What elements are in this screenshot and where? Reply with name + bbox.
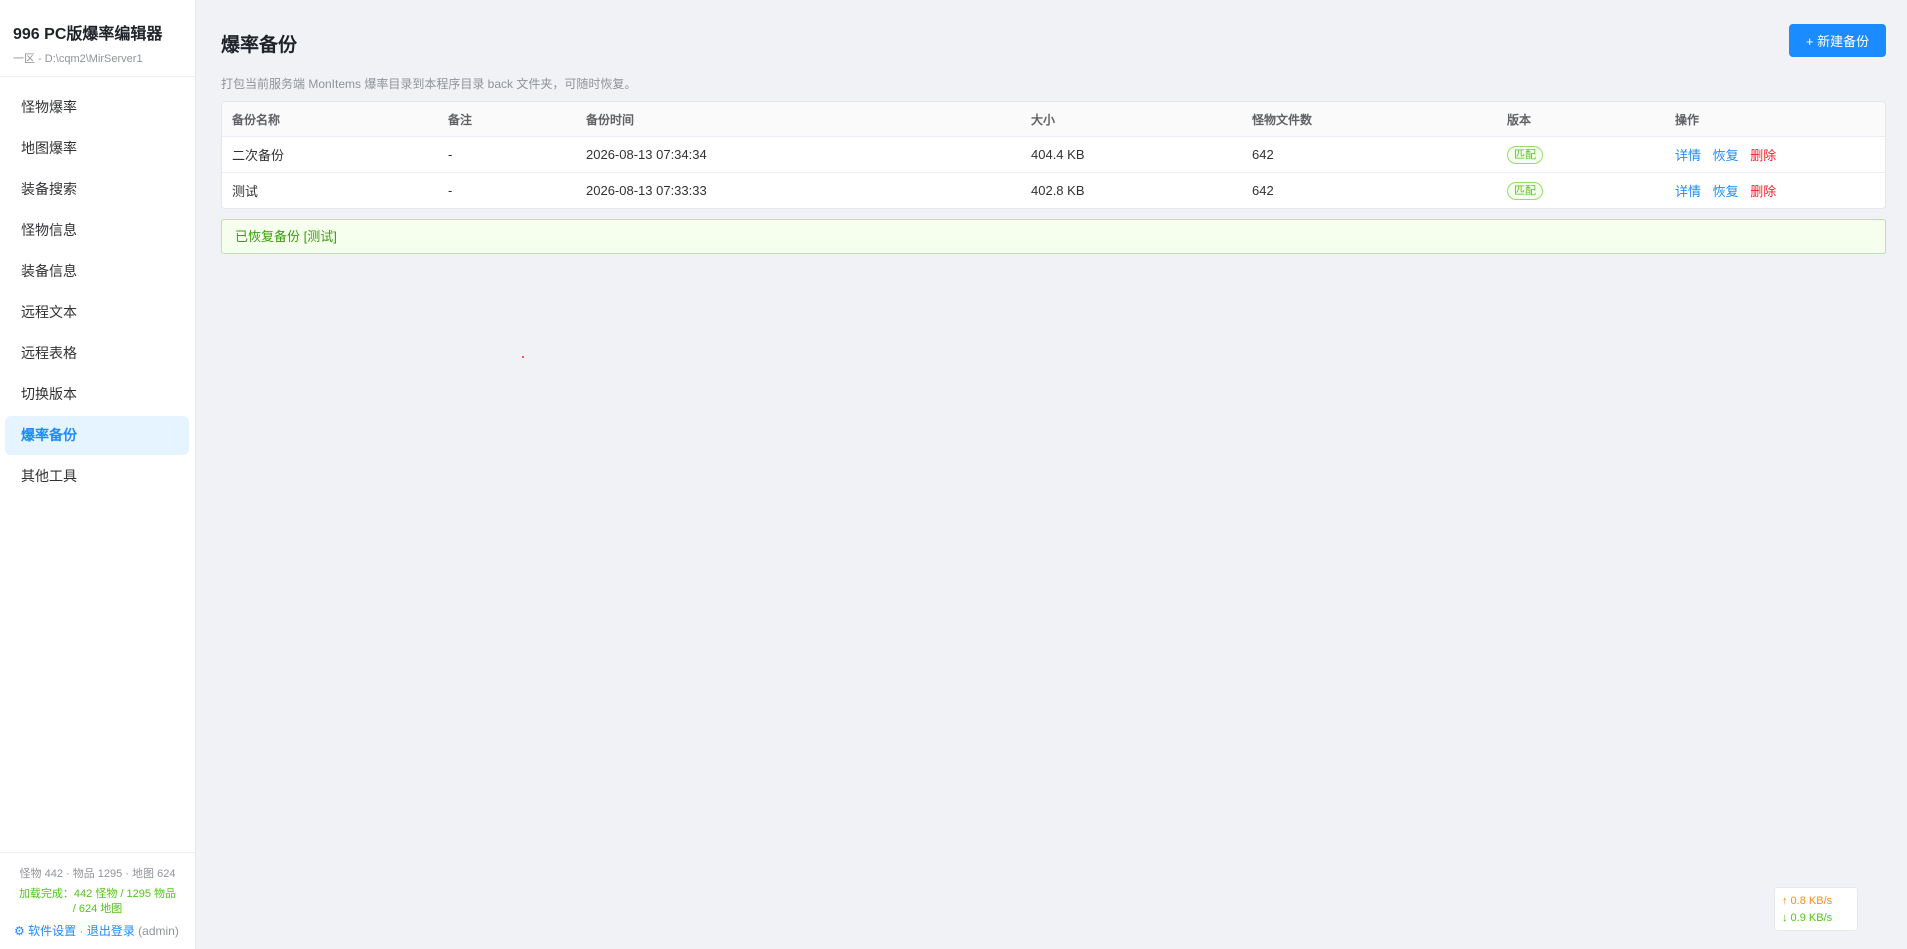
download-speed: ↓ 0.9 KB/s <box>1782 912 1833 924</box>
column-header-size: 大小 <box>1031 112 1056 127</box>
restore-success-notice: 已恢复备份 [测试] <box>221 219 1886 254</box>
server-path: 一区 - D:\cqm2\MirServer1 <box>0 50 195 77</box>
delete-link[interactable]: 删除 <box>1750 184 1776 199</box>
backup-time: 2026-08-13 07:34:34 <box>586 147 707 162</box>
table-row: 测试 - 2026-08-13 07:33:33 402.8 KB 642 匹配… <box>222 172 1885 208</box>
main-content: 爆率备份 + 新建备份 打包当前服务端 MonItems 爆率目录到本程序目录 … <box>221 0 1886 949</box>
sidebar-item-monster-droprate[interactable]: 怪物爆率 <box>5 88 189 127</box>
backup-note: - <box>448 183 453 198</box>
new-backup-button[interactable]: + 新建备份 <box>1789 24 1886 57</box>
load-status-line1: 加载完成：442 怪物 / 1295 物品 <box>18 888 177 900</box>
version-cell: 匹配 <box>1497 181 1665 200</box>
network-speed-widget: ↑ 0.8 KB/s ↓ 0.9 KB/s <box>1774 887 1858 931</box>
backup-size: 402.8 KB <box>1031 183 1085 198</box>
sidebar-footer: 怪物 442 · 物品 1295 · 地图 624 加载完成：442 怪物 / … <box>0 852 195 949</box>
sidebar-item-equipment-search[interactable]: 装备搜索 <box>5 170 189 209</box>
monster-file-count: 642 <box>1252 183 1274 198</box>
version-match-badge: 匹配 <box>1507 145 1543 164</box>
restore-link[interactable]: 恢复 <box>1713 184 1739 199</box>
sidebar-item-map-droprate[interactable]: 地图爆率 <box>5 129 189 168</box>
monster-file-count: 642 <box>1252 147 1274 162</box>
sidebar-nav: 怪物爆率 地图爆率 装备搜索 怪物信息 装备信息 远程文本 远程表格 切换版本 … <box>0 77 195 496</box>
table-header: 备份名称 备注 备份时间 大小 怪物文件数 版本 操作 <box>222 102 1885 136</box>
sidebar: 996 PC版爆率编辑器 一区 - D:\cqm2\MirServer1 怪物爆… <box>0 0 196 949</box>
load-status: 加载完成：442 怪物 / 1295 物品 / 624 地图 <box>8 887 187 917</box>
gear-icon: ⚙ <box>14 924 25 938</box>
backup-note: - <box>448 147 453 162</box>
backup-name: 测试 <box>232 184 259 199</box>
table-row: 二次备份 - 2026-08-13 07:34:34 404.4 KB 642 … <box>222 136 1885 172</box>
cursor-dot <box>522 356 524 358</box>
link-separator: · <box>79 924 84 938</box>
upload-speed: ↑ 0.8 KB/s <box>1782 895 1833 907</box>
detail-link[interactable]: 详情 <box>1675 184 1701 199</box>
logout-link[interactable]: 退出登录 <box>87 924 135 938</box>
backup-time: 2026-08-13 07:33:33 <box>586 183 707 198</box>
sidebar-item-equipment-info[interactable]: 装备信息 <box>5 252 189 291</box>
delete-link[interactable]: 删除 <box>1750 148 1776 163</box>
data-stats: 怪物 442 · 物品 1295 · 地图 624 <box>19 868 176 880</box>
restore-link[interactable]: 恢复 <box>1713 148 1739 163</box>
current-user: (admin) <box>138 924 179 938</box>
settings-link[interactable]: 软件设置 <box>28 924 76 938</box>
page-description: 打包当前服务端 MonItems 爆率目录到本程序目录 back 文件夹，可随时… <box>221 77 637 91</box>
sidebar-item-droprate-backup[interactable]: 爆率备份 <box>5 416 189 455</box>
column-header-version: 版本 <box>1507 112 1532 127</box>
column-header-actions: 操作 <box>1675 112 1700 127</box>
backup-table: 备份名称 备注 备份时间 大小 怪物文件数 版本 操作 二次备份 - 2026-… <box>221 101 1886 209</box>
actions-cell: 详情 恢复 删除 <box>1665 181 1885 200</box>
sidebar-item-remote-text[interactable]: 远程文本 <box>5 293 189 332</box>
column-header-time: 备份时间 <box>586 112 635 127</box>
app-title: 996 PC版爆率编辑器 <box>13 26 163 43</box>
column-header-name: 备份名称 <box>232 112 281 127</box>
detail-link[interactable]: 详情 <box>1675 148 1701 163</box>
backup-name: 二次备份 <box>232 148 285 163</box>
page-title: 爆率备份 <box>221 35 298 56</box>
backup-size: 404.4 KB <box>1031 147 1085 162</box>
version-match-badge: 匹配 <box>1507 181 1543 200</box>
actions-cell: 详情 恢复 删除 <box>1665 145 1885 164</box>
column-header-count: 怪物文件数 <box>1252 112 1313 127</box>
sidebar-item-remote-table[interactable]: 远程表格 <box>5 334 189 373</box>
sidebar-item-switch-version[interactable]: 切换版本 <box>5 375 189 414</box>
sidebar-item-other-tools[interactable]: 其他工具 <box>5 457 189 496</box>
version-cell: 匹配 <box>1497 145 1665 164</box>
load-status-line2: / 624 地图 <box>72 903 123 915</box>
sidebar-item-monster-info[interactable]: 怪物信息 <box>5 211 189 250</box>
footer-links: ⚙ 软件设置 · 退出登录 (admin) <box>8 922 187 939</box>
column-header-note: 备注 <box>448 112 473 127</box>
